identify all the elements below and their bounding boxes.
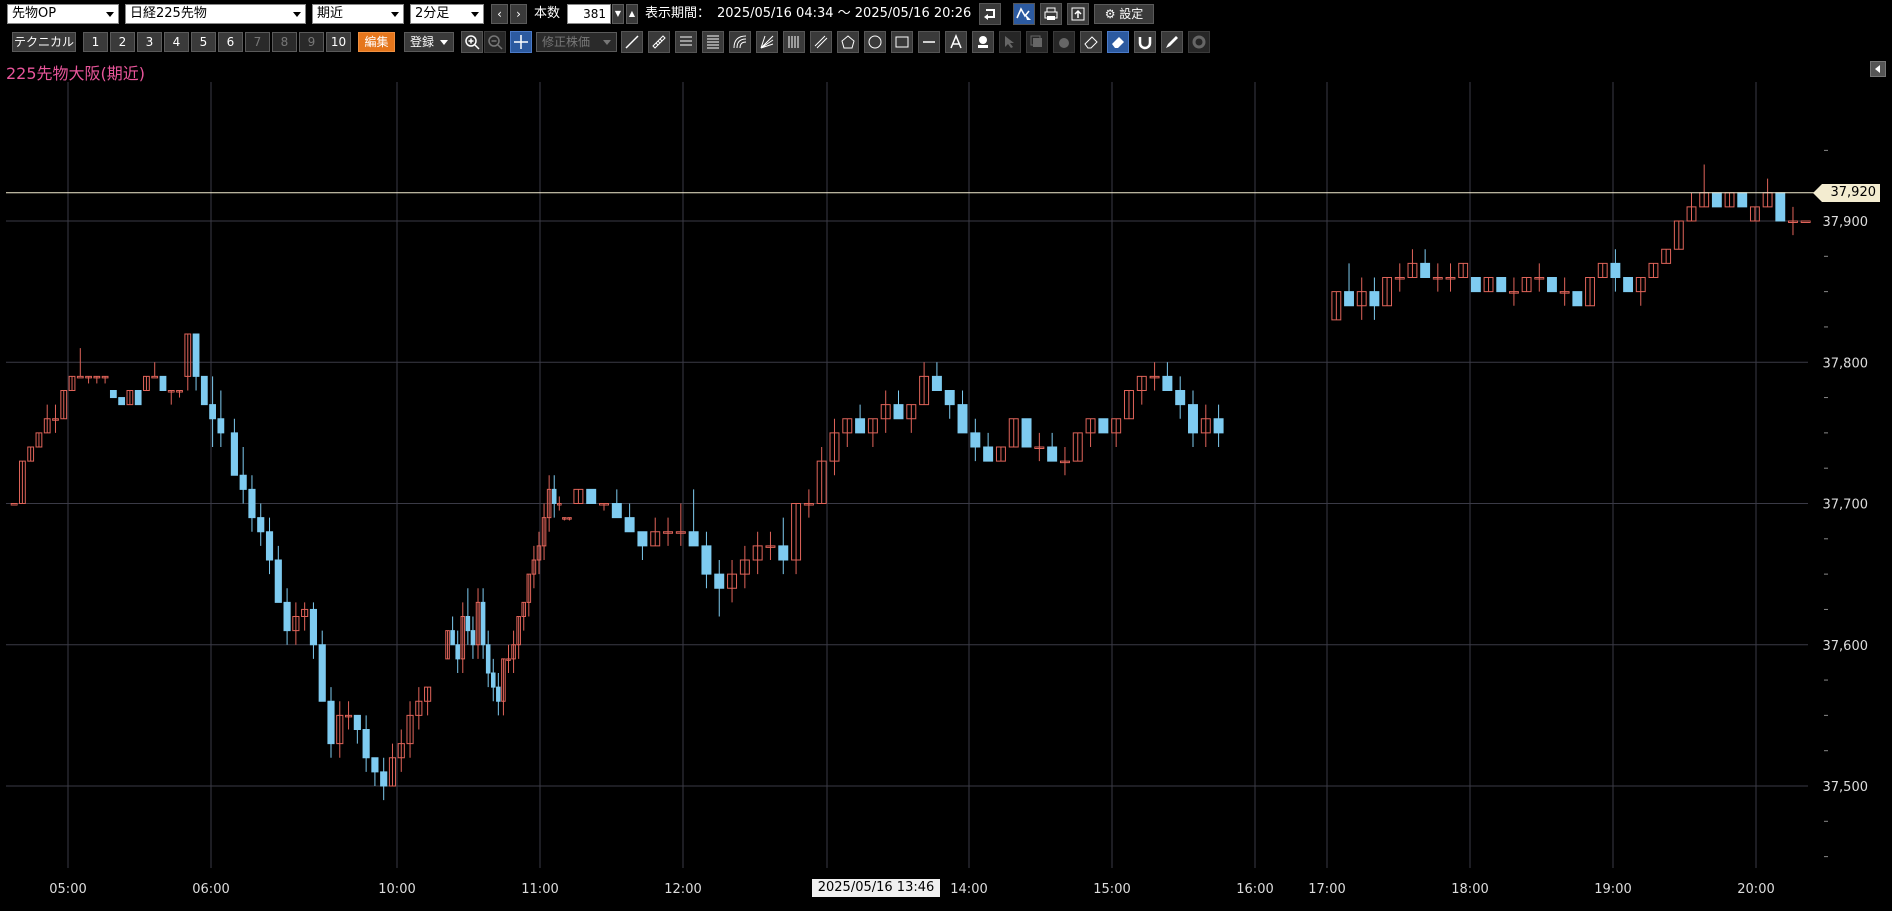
y-tick-label: 37,900	[1823, 215, 1869, 230]
x-tick-label: 11:00	[521, 882, 558, 897]
cursor-time-label: 2025/05/16 13:46	[812, 879, 940, 897]
candle-down	[209, 404, 216, 420]
candle-down	[1610, 262, 1621, 278]
x-tick-label: 16:00	[1236, 882, 1273, 897]
candle-down	[1496, 277, 1507, 293]
candle-down	[586, 488, 597, 504]
candle-down	[624, 517, 635, 533]
candle-up	[151, 375, 159, 379]
candle-down	[944, 390, 955, 406]
candle-down	[450, 630, 455, 646]
candle-down	[480, 601, 486, 646]
candle-down	[362, 729, 370, 759]
candle-down	[353, 714, 361, 730]
last-price-marker: 37,920	[1813, 183, 1880, 202]
candle-down	[855, 418, 866, 434]
candle-down	[1470, 277, 1481, 293]
candle-down	[1547, 277, 1557, 293]
grid-lines	[6, 82, 1808, 868]
candle-up	[1800, 220, 1811, 223]
y-tick-label: 37,500	[1823, 780, 1869, 795]
candle-down	[1344, 291, 1354, 307]
x-tick-label: 14:00	[950, 882, 987, 897]
candle-up	[76, 375, 84, 379]
candle-down	[109, 390, 117, 399]
x-tick-label: 15:00	[1093, 882, 1130, 897]
x-tick-label: 18:00	[1451, 882, 1488, 897]
candle-down	[893, 404, 904, 420]
candle-down	[455, 644, 460, 660]
candle-down	[1711, 192, 1722, 208]
candle-down	[701, 545, 712, 575]
candle-down	[465, 616, 471, 632]
x-tick-label: 20:00	[1737, 882, 1774, 897]
candle-down	[1572, 291, 1583, 307]
candle-down	[688, 531, 699, 547]
x-tick-label: 12:00	[664, 882, 701, 897]
candle-down	[118, 397, 126, 406]
candle-down	[159, 375, 167, 391]
candle-down	[318, 644, 326, 702]
candle-down	[1175, 390, 1186, 406]
candle-down	[239, 474, 247, 490]
candle-down	[778, 545, 789, 561]
candle-down	[637, 531, 648, 547]
x-tick-label: 19:00	[1594, 882, 1631, 897]
candle-down	[1775, 192, 1786, 222]
candle-down	[248, 488, 256, 519]
candlestick-chart[interactable]: 37,500 37,600 37,700 37,800 37,900 05:00 06:0…	[0, 0, 1892, 911]
candle-down	[1021, 418, 1032, 448]
candle-down	[200, 375, 208, 406]
candle-down	[309, 608, 318, 646]
x-tick-label: 06:00	[192, 882, 229, 897]
y-tick-label: 37,600	[1823, 639, 1869, 654]
candle-down	[611, 503, 622, 519]
candle-down	[1369, 291, 1380, 307]
candle-down	[283, 601, 291, 632]
candle-down	[1098, 418, 1109, 434]
candle-down	[1737, 192, 1748, 208]
y-tick-label: 37,700	[1823, 498, 1869, 513]
candle-down	[1047, 446, 1058, 462]
candle-down	[371, 757, 379, 773]
candle-down	[983, 446, 994, 462]
candle-down	[134, 390, 142, 406]
candle-down	[1162, 375, 1173, 391]
x-tick-label: 10:00	[378, 882, 415, 897]
candle-down	[327, 700, 335, 745]
candle-down	[496, 686, 501, 702]
candle-down	[1420, 262, 1431, 278]
candle-down	[192, 333, 200, 377]
candle-down	[1188, 404, 1198, 434]
candles	[10, 164, 1811, 801]
candle-down	[490, 672, 496, 688]
candle-down	[257, 517, 265, 533]
candle-down	[931, 375, 942, 391]
candle-down	[265, 531, 274, 561]
candle-down	[470, 630, 476, 646]
candle-down	[1623, 277, 1634, 293]
y-axis: 37,500 37,600 37,700 37,800 37,900	[1823, 149, 1869, 858]
y-tick-label: 37,800	[1823, 356, 1869, 371]
candle-down	[970, 432, 981, 448]
candle-down	[485, 644, 491, 674]
candle-down	[714, 573, 725, 589]
candle-down	[380, 771, 388, 787]
candle-down	[551, 488, 557, 504]
candle-down	[217, 418, 225, 434]
x-tick-label: 17:00	[1308, 882, 1345, 897]
candle-down	[274, 559, 282, 603]
candle-down	[957, 404, 968, 434]
candle-up	[10, 503, 18, 506]
x-tick-label: 05:00	[49, 882, 86, 897]
candle-down	[230, 432, 238, 476]
candle-down	[1213, 418, 1224, 434]
